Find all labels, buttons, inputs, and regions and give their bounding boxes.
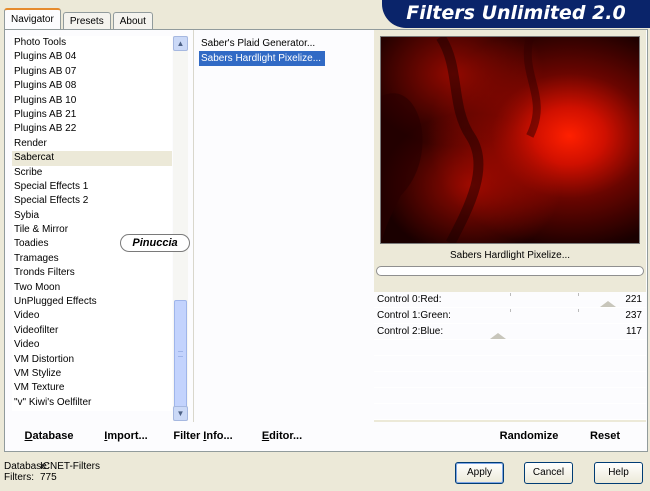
chevron-down-icon: ▼ [176, 409, 185, 418]
control-row-empty [374, 340, 646, 356]
category-item[interactable]: Plugins AB 04 [12, 50, 172, 64]
preview-filter-name: Sabers Hardlight Pixelize... [449, 250, 571, 261]
slider-tick [510, 309, 511, 312]
category-item[interactable]: Special Effects 2 [12, 194, 172, 208]
control-value: 237 [625, 310, 642, 321]
category-item[interactable]: Two Moon [12, 281, 172, 295]
preview-pane: Sabers Hardlight Pixelize... Control 0:R… [374, 30, 646, 422]
control-row-blue[interactable]: Control 2:Blue: 117 [374, 324, 646, 340]
chevron-up-icon: ▲ [176, 39, 185, 48]
help-button[interactable]: Help [594, 462, 643, 484]
database-status: Database: ICNET-Filters Filters: 775 [4, 461, 100, 483]
slider-tick [578, 309, 579, 312]
category-item[interactable]: Plugins AB 08 [12, 79, 172, 93]
slider-tick [510, 293, 511, 296]
editor-button[interactable]: Editor... [261, 422, 303, 451]
grip-icon [178, 351, 183, 357]
status-label: Database: [4, 461, 50, 472]
control-value: 117 [626, 326, 642, 337]
status-value: 775 [40, 472, 57, 483]
category-item[interactable]: Plugins AB 07 [12, 65, 172, 79]
category-item[interactable]: Video [12, 309, 172, 323]
category-item[interactable]: Plugins AB 21 [12, 108, 172, 122]
category-item[interactable]: Tramages [12, 252, 172, 266]
category-item[interactable]: Sabercat [12, 151, 172, 166]
category-item[interactable]: VM Distortion [12, 353, 172, 367]
category-scrollbar[interactable]: ▲ ▼ [173, 36, 188, 421]
control-value: 221 [625, 294, 642, 305]
category-item[interactable]: VM Texture [12, 381, 172, 395]
divider [193, 30, 194, 422]
control-row-empty [374, 356, 646, 372]
category-item[interactable]: VM Stylize [12, 367, 172, 381]
category-item[interactable]: "v" Kiwi's Oelfilter [12, 396, 172, 410]
apply-button[interactable]: Apply [455, 462, 504, 484]
filter-list[interactable]: Saber's Plaid Generator... Sabers Hardlig… [199, 36, 369, 416]
control-sliders: Control 0:Red: 221 Control 1:Green: 237 … [374, 292, 646, 420]
scroll-thumb[interactable] [174, 300, 187, 410]
category-item[interactable]: Sybia [12, 209, 172, 223]
category-item[interactable]: UnPlugged Effects [12, 295, 172, 309]
slider-thumb[interactable] [490, 333, 506, 339]
control-row-empty [374, 372, 646, 388]
navigator-panel: Photo Tools Plugins AB 04 Plugins AB 07 Plu… [4, 29, 648, 452]
control-row-green[interactable]: Control 1:Green: 237 [374, 308, 646, 324]
database-button[interactable]: Database [21, 422, 77, 451]
category-item[interactable]: Scribe [12, 166, 172, 180]
category-list[interactable]: Photo Tools Plugins AB 04 Plugins AB 07 Plu… [12, 36, 172, 411]
status-label: Filters: [4, 472, 34, 483]
tab-navigator[interactable]: Navigator [4, 8, 61, 30]
progress-bar [376, 266, 644, 276]
control-row-empty [374, 404, 646, 420]
scroll-down-button[interactable]: ▼ [173, 406, 188, 421]
filter-info-button[interactable]: Filter Info... [173, 422, 233, 451]
status-value: ICNET-Filters [40, 461, 100, 472]
category-item[interactable]: Plugins AB 10 [12, 94, 172, 108]
category-item[interactable]: Photo Tools [12, 36, 172, 50]
control-row-red[interactable]: Control 0:Red: 221 [374, 292, 646, 308]
control-label: Control 2:Blue: [377, 326, 444, 337]
slider-tick [578, 293, 579, 296]
category-item[interactable]: Plugins AB 22 [12, 122, 172, 136]
category-item[interactable]: Tronds Filters [12, 266, 172, 280]
filter-item[interactable]: Saber's Plaid Generator... [199, 36, 315, 51]
scroll-up-button[interactable]: ▲ [173, 36, 188, 51]
tab-strip: Navigator Presets About [4, 8, 155, 30]
control-row-empty [374, 388, 646, 404]
control-label: Control 1:Green: [377, 310, 451, 321]
category-item[interactable]: Video [12, 338, 172, 352]
cancel-button[interactable]: Cancel [524, 462, 573, 484]
category-item[interactable]: Render [12, 137, 172, 151]
preview-image [380, 36, 640, 244]
app-title-banner: Filters Unlimited 2.0 [382, 0, 650, 28]
tab-presets[interactable]: Presets [62, 12, 111, 30]
tab-about[interactable]: About [112, 12, 153, 30]
import-button[interactable]: Import... [101, 422, 151, 451]
category-item[interactable]: Special Effects 1 [12, 180, 172, 194]
category-item[interactable]: Videofilter [12, 324, 172, 338]
reset-button[interactable]: Reset [587, 422, 623, 451]
randomize-button[interactable]: Randomize [499, 422, 559, 451]
control-label: Control 0:Red: [377, 294, 442, 305]
filter-item[interactable]: Sabers Hardlight Pixelize... [199, 51, 326, 66]
watermark-signature: Pinuccia [120, 234, 190, 252]
slider-thumb[interactable] [600, 301, 616, 307]
